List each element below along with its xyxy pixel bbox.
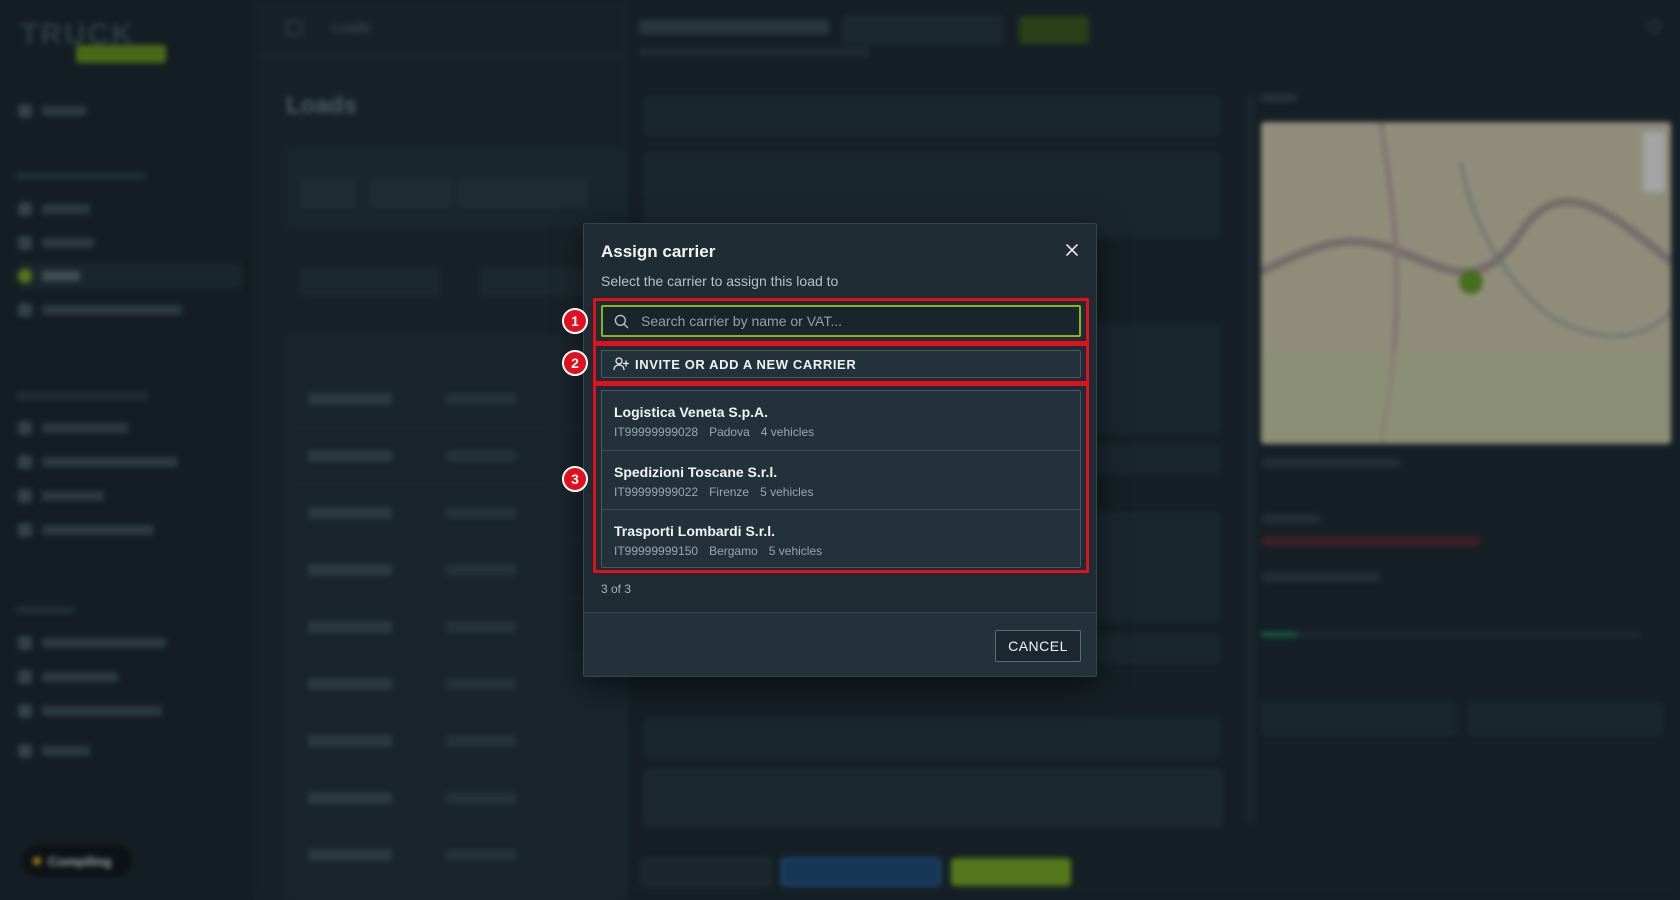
highlight-box-list <box>593 383 1089 573</box>
annotation-marker: 3 <box>562 466 588 492</box>
dialog-title: Assign carrier <box>601 242 716 261</box>
annotation-marker: 1 <box>562 308 588 334</box>
highlight-box-search <box>593 298 1089 344</box>
cancel-button[interactable]: CANCEL <box>995 630 1081 662</box>
dialog-subtitle: Select the carrier to assign this load t… <box>601 273 839 289</box>
highlight-box-invite <box>593 343 1089 384</box>
close-icon <box>1066 244 1078 256</box>
result-count: 3 of 3 <box>601 582 632 596</box>
dialog-footer: CANCEL <box>584 612 1096 676</box>
annotation-marker: 2 <box>562 350 588 376</box>
close-button[interactable] <box>1060 238 1084 262</box>
